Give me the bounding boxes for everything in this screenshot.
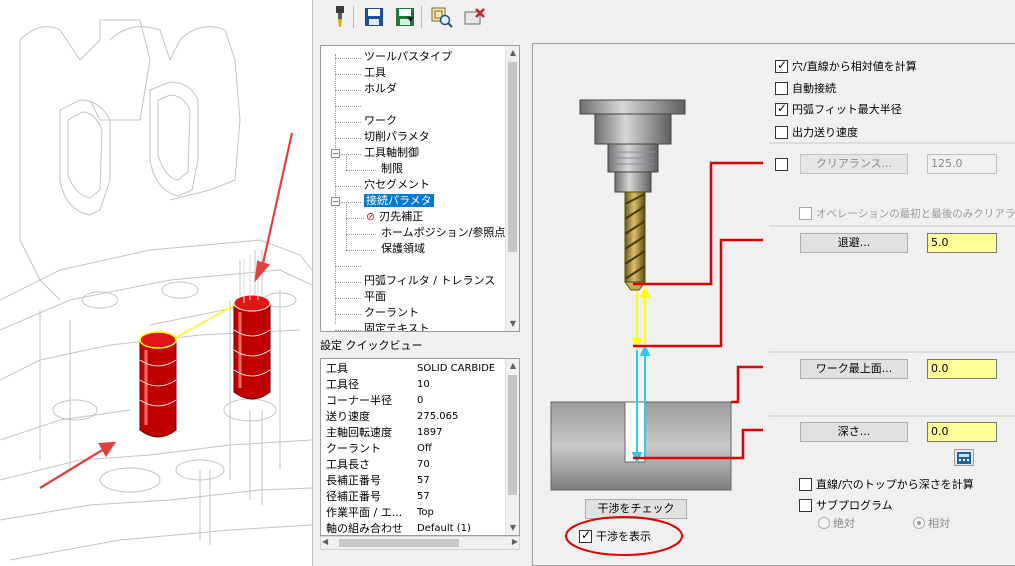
preview-icon[interactable] — [429, 4, 455, 30]
linking-parameters-panel: 穴/直線から相対値を計算 自動接続 円弧フィット最大半径 出力送り速度 クリアラ… — [532, 43, 1015, 566]
scroll-up-icon[interactable]: ▲ — [506, 359, 519, 373]
quickview-row: 工具径 10 — [326, 378, 430, 391]
tree-item-arc-filter[interactable]: 円弧フィルタ / トレランス — [364, 273, 495, 289]
absolute-radio[interactable]: 絶対 — [818, 515, 855, 531]
quickview-row: 軸の組み合わせ Default (1) — [326, 522, 471, 535]
save-icon[interactable] — [361, 4, 387, 30]
drill-hole-2 — [233, 255, 271, 400]
toolbar — [313, 0, 1015, 34]
scroll-thumb[interactable] — [339, 539, 459, 547]
tree-item-limits[interactable]: 制限 — [381, 161, 403, 177]
tree-item-tool-axis-control[interactable]: 工具軸制御 — [364, 145, 419, 161]
auto-connect-checkbox[interactable]: 自動接続 — [775, 80, 836, 96]
delete-icon[interactable] — [462, 4, 488, 30]
quickview-row: 作業平面 / エ... Top — [326, 506, 434, 519]
retract-button[interactable]: 退避... — [800, 233, 908, 253]
tree-item-toolpath-type[interactable]: ツールパスタイプ — [364, 49, 452, 65]
depth-from-top-checkbox[interactable]: 直線/穴のトップから深さを計算 — [799, 476, 974, 492]
toolpath-parameters-dialog: ツールパスタイプ 工具 ホルダ ワーク 切削パラメタ − 工具軸制御 制限 穴セ… — [312, 0, 1015, 566]
scroll-left-icon[interactable]: ◀ — [322, 537, 328, 546]
tree-item-home-reference[interactable]: ホームポジション/参照点 — [381, 225, 505, 241]
tree-item-tip-compensation[interactable]: ⊘ 刃先補正 — [366, 209, 423, 225]
clearance-checkbox[interactable] — [775, 158, 792, 171]
clearance-ops-only-checkbox[interactable]: オペレーションの最初と最後のみクリアランス — [799, 206, 1015, 221]
depth-button[interactable]: 深さ... — [800, 422, 908, 442]
quickview-row: 主軸回転速度 1897 — [326, 426, 443, 439]
collapse-icon[interactable]: − — [331, 149, 340, 158]
tree-item-stock[interactable]: ワーク — [364, 113, 397, 129]
collapse-icon[interactable]: − — [331, 197, 340, 206]
tree-item-holder[interactable]: ホルダ — [364, 81, 397, 97]
parameter-tree: ツールパスタイプ 工具 ホルダ ワーク 切削パラメタ − 工具軸制御 制限 穴セ… — [320, 45, 520, 332]
scroll-down-icon[interactable]: ▼ — [506, 317, 519, 331]
tree-item-canned-text[interactable]: 固定テキスト — [364, 321, 430, 331]
quickview-row: 送り速度 275.065 — [326, 410, 459, 423]
clearance-button[interactable]: クリアランス... — [800, 154, 908, 174]
calculator-icon[interactable] — [954, 449, 974, 466]
tree-item-safety-zone[interactable]: 保護領域 — [381, 241, 425, 257]
relative-from-hole-checkbox[interactable]: 穴/直線から相対値を計算 — [775, 58, 917, 74]
tree-item-tool[interactable]: 工具 — [364, 65, 386, 81]
pointer-arrow-icon — [254, 132, 294, 283]
tree-item-hole-segments[interactable]: 穴セグメント — [364, 177, 430, 193]
top-of-stock-field[interactable]: 0.0 — [927, 359, 997, 379]
output-feed-checkbox[interactable]: 出力送り速度 — [775, 124, 858, 140]
depth-field[interactable]: 0.0 — [927, 422, 997, 442]
tree-item-linking-parameters[interactable]: 接続パラメタ — [364, 193, 434, 209]
top-of-stock-button[interactable]: ワーク最上面... — [800, 359, 908, 379]
scroll-thumb[interactable] — [508, 375, 517, 495]
quickview-scrollbar[interactable]: ▲ ▼ — [505, 359, 519, 535]
pointer-arrow-icon — [39, 441, 117, 489]
subprogram-checkbox[interactable]: サブプログラム — [799, 497, 893, 513]
scroll-down-icon[interactable]: ▼ — [506, 521, 519, 535]
save-as-icon[interactable] — [392, 4, 418, 30]
stock-block — [550, 401, 732, 491]
model-viewport[interactable] — [0, 0, 312, 566]
quickview-row: クーラント Off — [326, 442, 432, 455]
retract-path — [631, 286, 651, 350]
quickview-row: 工具長さ 70 — [326, 458, 430, 471]
tree-item-planes[interactable]: 平面 — [364, 289, 386, 305]
wireframe-model — [0, 19, 312, 561]
quickview-row: コーナー半径 0 — [326, 394, 424, 407]
tree-item-cut-parameters[interactable]: 切削パラメタ — [364, 129, 430, 145]
scroll-thumb[interactable] — [508, 62, 517, 252]
quickview-panel: 工具 SOLID CARBIDE 工具径 10 コーナー半径 0 送り速度 275.06… — [320, 358, 520, 536]
tree-scrollbar[interactable]: ▲ ▼ — [505, 46, 519, 331]
quickview-label: 設定 クイックビュー — [320, 339, 423, 352]
tree-item-coolant[interactable]: クーラント — [364, 305, 419, 321]
incremental-radio[interactable]: 相対 — [913, 515, 950, 531]
quickview-hscrollbar[interactable]: ◀ ▶ — [320, 536, 520, 550]
tool-holder — [579, 99, 686, 193]
highlight-ellipse — [565, 516, 683, 556]
scroll-right-icon[interactable]: ▶ — [512, 537, 518, 546]
arc-fit-max-checkbox[interactable]: 円弧フィット最大半径 — [775, 101, 902, 117]
retract-field[interactable]: 5.0 — [927, 233, 997, 253]
tool-icon[interactable] — [327, 4, 353, 30]
scroll-up-icon[interactable]: ▲ — [506, 46, 519, 60]
quickview-row: 工具 SOLID CARBIDE — [326, 362, 496, 375]
drill-tool — [624, 191, 646, 291]
clearance-field[interactable]: 125.0 — [927, 154, 997, 174]
disabled-icon: ⊘ — [366, 210, 376, 223]
drill-hole-1 — [139, 331, 177, 438]
quickview-row: 長補正番号 57 — [326, 474, 430, 487]
quickview-row: 径補正番号 57 — [326, 490, 430, 503]
